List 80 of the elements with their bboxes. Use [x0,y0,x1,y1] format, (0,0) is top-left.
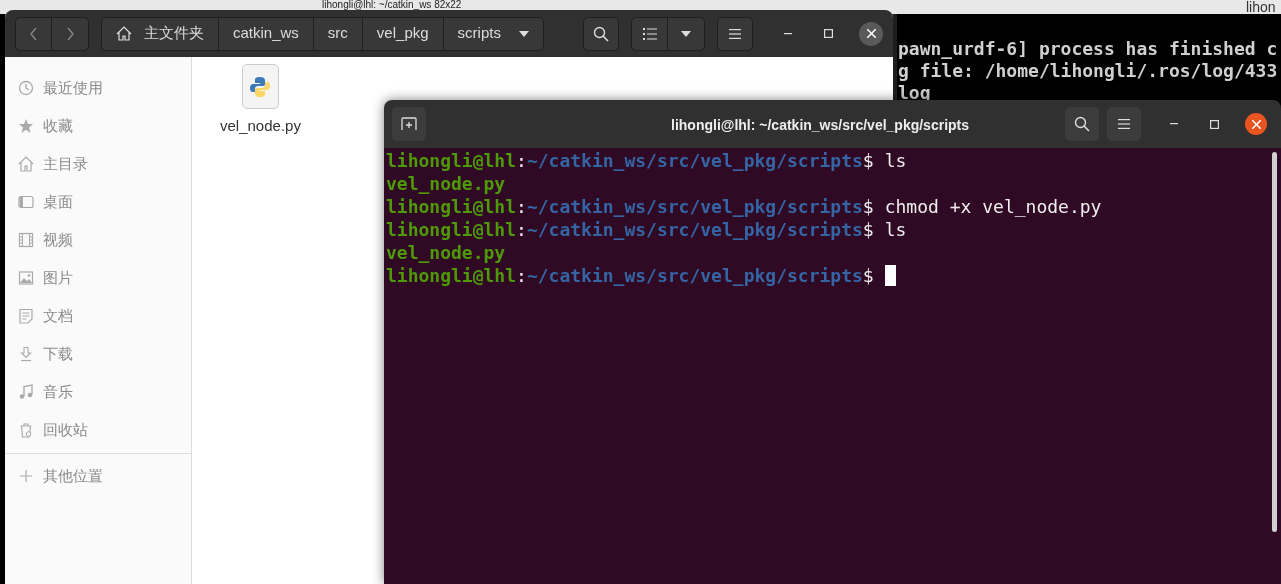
output-text: vel_node.py [386,241,506,264]
chevron-right-icon [65,26,75,41]
search-icon [1074,116,1090,132]
sidebar-item[interactable]: 视频 [5,221,191,259]
path-button[interactable]: scripts [442,17,543,50]
prompt-separator: : [516,149,527,172]
window-title: lihongli@lhl: ~/catkin_ws/src/vel_pkg/scripts [671,116,970,135]
image-icon [18,270,34,286]
caret-icon [681,30,691,37]
terminal-line: pawn_urdf-6] process has finished c [898,38,1278,60]
terminal-line: g file: /home/lihongli/.ros/log/433 [898,60,1278,82]
prompt-user: lihongli@lhl [386,149,517,172]
home-icon [116,26,132,41]
python-file-icon [249,75,272,98]
new-tab-icon [401,117,417,131]
plus-icon [18,468,34,484]
prompt-symbol: $ [862,195,874,218]
file-item[interactable]: vel_node.py [220,64,301,584]
command-text: ls [884,218,907,241]
maximize-icon [823,29,833,38]
command-text: ls [884,149,907,172]
prompt-path: ~/catkin_ws/src/vel_pkg/scripts [526,149,863,172]
sidebar-item[interactable]: 桌面 [5,183,191,221]
window-title: lihongli@lhl: ~/catkin_ws 82x22 [322,0,462,10]
sidebar-item[interactable]: 收藏 [5,107,191,145]
prompt-separator: : [516,218,527,241]
clock-icon [18,80,34,96]
close-button[interactable] [859,21,883,46]
maximize-icon [1209,119,1219,129]
trash-icon [18,422,34,438]
chevron-left-icon [28,26,39,41]
sidebar-item[interactable]: 主目录 [5,145,191,183]
sidebar-item[interactable]: 音乐 [5,373,191,411]
prompt-symbol: $ [862,149,874,172]
sidebar-item[interactable]: 回收站 [5,411,191,449]
menu-button[interactable] [717,16,753,51]
prompt-symbol: $ [862,218,874,241]
home-icon [18,156,34,172]
star-icon [18,118,34,134]
minimize-icon [1170,123,1178,125]
prompt-separator: : [516,264,527,287]
path-button[interactable]: 主文件夹 [102,17,218,50]
sidebar-item[interactable]: 文档 [5,297,191,335]
path-button[interactable]: vel_pkg [361,17,443,50]
search-icon [593,25,609,42]
prompt-path: ~/catkin_ws/src/vel_pkg/scripts [526,264,863,287]
new-tab-button[interactable] [392,107,426,141]
close-icon [1251,119,1261,129]
download-icon [18,346,34,362]
menu-button[interactable] [1107,107,1141,141]
window-title: lihon [1246,0,1276,14]
close-icon [866,29,876,38]
prompt-symbol: $ [862,264,874,287]
minimize-icon [784,32,792,35]
output-text: vel_node.py [386,172,506,195]
document-icon [18,308,34,324]
sidebar-item[interactable]: 图片 [5,259,191,297]
menu-icon [729,28,741,39]
caret-icon [518,30,529,37]
path-button[interactable]: src [312,17,362,50]
desktop-icon [18,194,34,210]
prompt-path: ~/catkin_ws/src/vel_pkg/scripts [526,195,863,218]
command-text: chmod +x vel_node.py [884,195,1102,218]
prompt-path: ~/catkin_ws/src/vel_pkg/scripts [526,218,863,241]
sidebar-item[interactable]: 下载 [5,335,191,373]
path-button[interactable]: catkin_ws [218,17,313,50]
menu-icon [1118,119,1130,129]
prompt-user: lihongli@lhl [386,218,517,241]
list-icon [642,27,657,40]
sidebar-item[interactable]: 其他位置 [5,456,103,496]
prompt-separator: : [516,195,527,218]
music-note-icon [18,384,34,400]
search-button[interactable] [583,16,619,51]
search-button[interactable] [1065,107,1099,141]
scrollbar[interactable] [1272,152,1277,532]
prompt-user: lihongli@lhl [386,195,517,218]
close-button[interactable] [1245,113,1267,135]
film-icon [18,232,34,248]
prompt-user: lihongli@lhl [386,264,517,287]
sidebar-item[interactable]: 最近使用 [5,69,191,107]
